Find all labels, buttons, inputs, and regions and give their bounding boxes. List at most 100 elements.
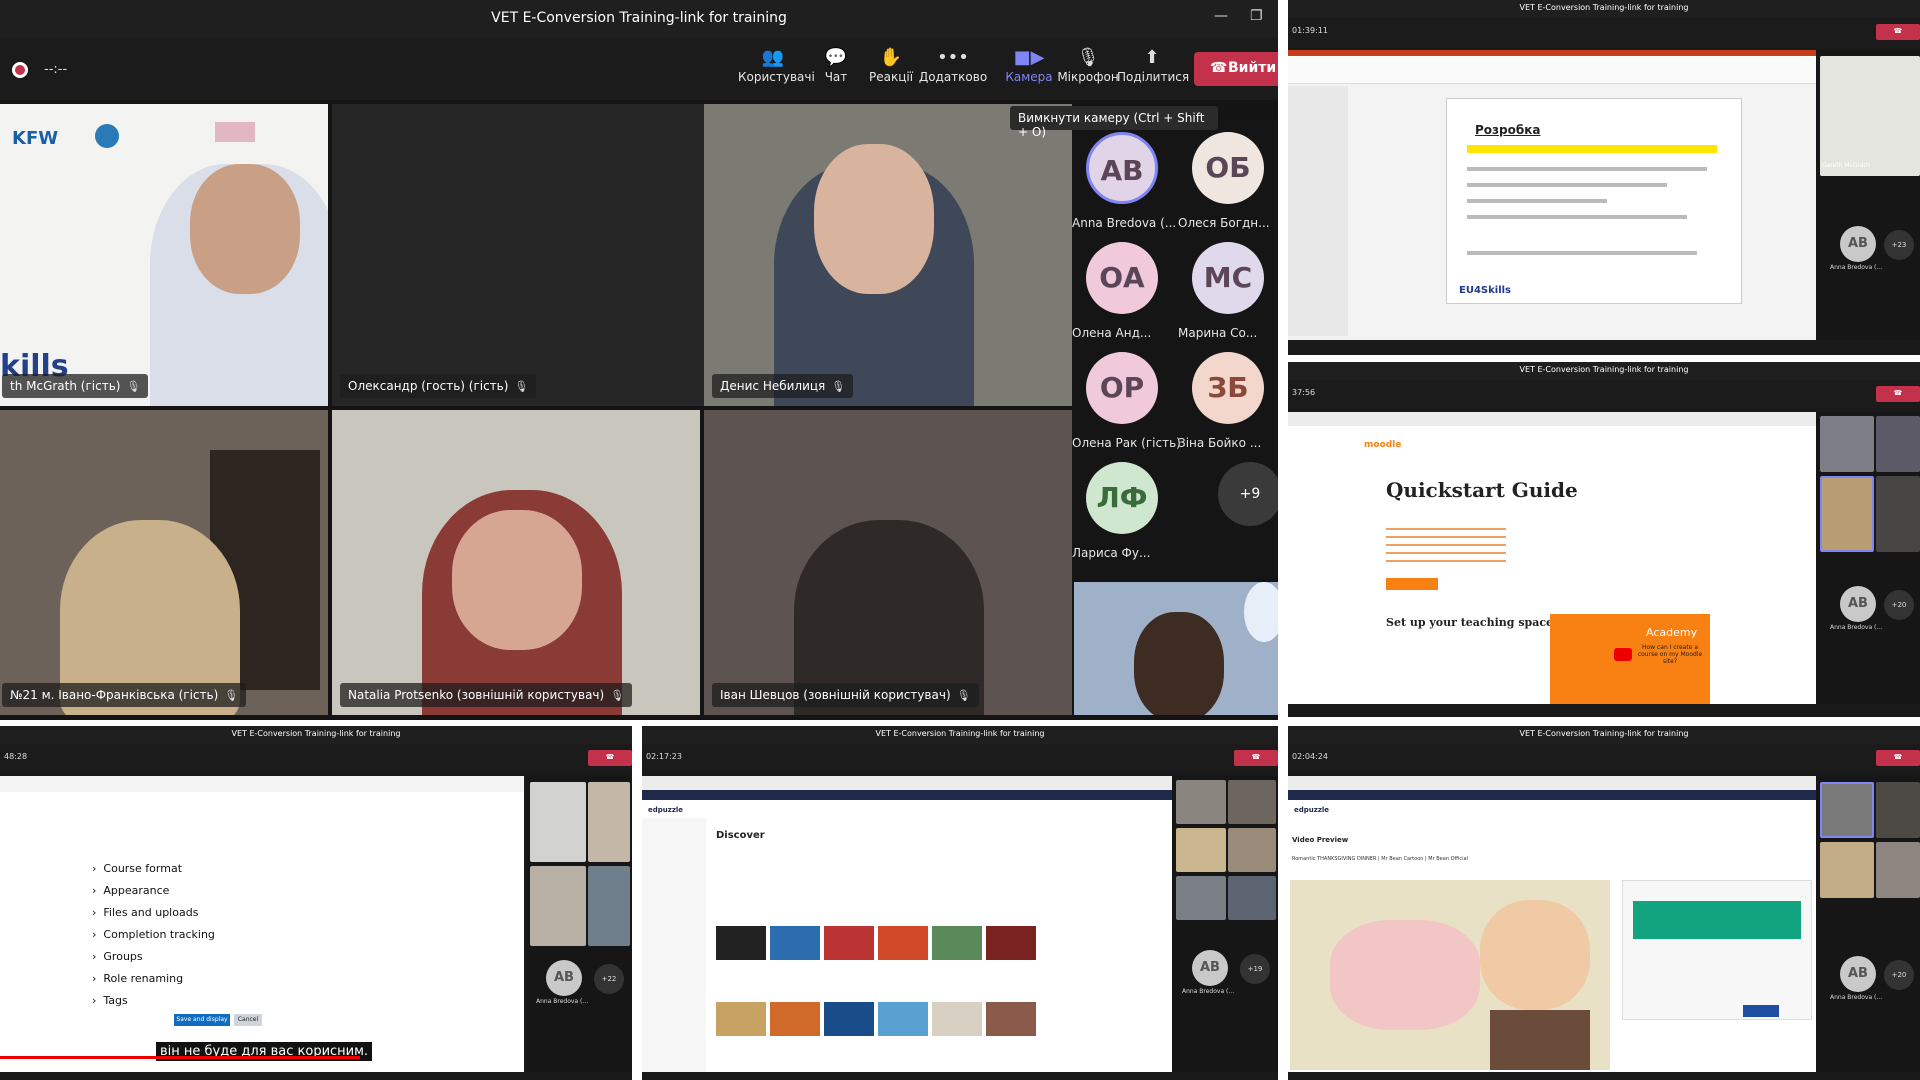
video-card[interactable] (986, 926, 1036, 960)
cartoon-body (1490, 1010, 1590, 1070)
more-participants-button[interactable]: +20 (1884, 590, 1914, 620)
more-participants-button[interactable]: +23 (1884, 230, 1914, 260)
mic-off-icon: 🎙 (126, 380, 141, 393)
avatar-name: Олена Рак (гість) (1072, 436, 1181, 450)
video-card[interactable] (986, 1002, 1036, 1036)
screenshot-panel-5: VET E-Conversion Training-link for train… (1288, 726, 1920, 1080)
video-thumb (1820, 842, 1874, 898)
settings-item[interactable]: › Completion tracking (92, 928, 215, 950)
settings-item[interactable]: › Appearance (92, 884, 215, 906)
share-button[interactable]: ⬆ Поділитися (1117, 46, 1189, 84)
reactions-button[interactable]: ✋ Реакції (856, 46, 926, 84)
video-thumb (1820, 416, 1874, 472)
video-card[interactable] (932, 926, 982, 960)
settings-item[interactable]: › Role renaming (92, 972, 215, 994)
avatar-name: Лариса Фу... (1072, 546, 1151, 560)
window-title: VET E-Conversion Training-link for train… (642, 726, 1278, 744)
participant-avatar[interactable]: ОБ Олеся Богдн... (1178, 132, 1278, 230)
leave-button[interactable]: ☎ (1234, 750, 1278, 766)
person-face (452, 510, 582, 650)
window-title: VET E-Conversion Training-link for train… (0, 726, 632, 744)
question-panel (1622, 880, 1812, 1020)
leave-button[interactable]: ☎ (1876, 750, 1920, 766)
video-progress[interactable] (0, 1056, 360, 1059)
video-card[interactable] (824, 1002, 874, 1036)
more-participants-button[interactable]: +20 (1884, 960, 1914, 990)
video-card[interactable] (878, 1002, 928, 1036)
video-thumb (1228, 828, 1276, 872)
cancel-button[interactable]: Cancel (234, 1014, 262, 1026)
participant-avatar[interactable]: ЗБ Зіна Бойко ... (1178, 352, 1278, 450)
continue-button[interactable] (1743, 1005, 1779, 1017)
recording-icon (12, 62, 28, 78)
avatar-name: Anna Bredova (... (1830, 264, 1883, 271)
participant-avatar[interactable]: ОА Олена Анд... (1072, 242, 1172, 340)
video-thumb (1820, 56, 1920, 176)
shared-screen: › Course format › Appearance › Files and… (0, 776, 524, 1072)
meeting-timer: --:-- (44, 62, 68, 77)
video-card[interactable] (878, 926, 928, 960)
chat-label: Чат (824, 70, 848, 84)
video-card[interactable] (716, 926, 766, 960)
mic-button[interactable]: 🎙 Мікрофон (1053, 46, 1123, 84)
video-thumb (588, 782, 630, 862)
leave-button[interactable]: ☎ Вийти (1194, 52, 1278, 86)
maximize-icon[interactable]: ❐ (1250, 8, 1263, 24)
avatar: AB (1840, 956, 1876, 992)
page-heading: Video Preview (1292, 836, 1349, 844)
video-embed[interactable]: Academy How can I create a course on my … (1550, 614, 1710, 704)
video-tile-3[interactable]: Денис Небилиця 🎙 (704, 104, 1072, 406)
more-participants-button[interactable]: +22 (594, 964, 624, 994)
video-card[interactable] (770, 926, 820, 960)
video-card[interactable] (932, 1002, 982, 1036)
video-tile-5[interactable]: Natalia Protsenko (зовнішній користувач)… (332, 410, 700, 715)
cta-button[interactable] (1386, 578, 1438, 590)
participant-name: №21 м. Івано-Франківська (гість) 🎙 (2, 683, 247, 707)
more-participants-button[interactable]: +9 (1218, 462, 1278, 526)
video-card[interactable] (716, 1002, 766, 1036)
settings-item[interactable]: › Tags (92, 994, 215, 1016)
people-button[interactable]: 👥 Користувачі (738, 46, 815, 84)
video-tile-6[interactable]: Іван Шевцов (зовнішній користувач) 🎙 (704, 410, 1072, 715)
people-icon: 👥 (761, 47, 785, 68)
participant-avatar[interactable]: ЛФ Лариса Фу... (1072, 462, 1172, 560)
avatar-name: Марина Со... (1178, 326, 1258, 340)
video-card[interactable] (770, 1002, 820, 1036)
settings-item[interactable]: › Course format (92, 862, 215, 884)
moodle-logo: moodle (1364, 440, 1402, 450)
participant-avatar[interactable]: МС Марина Со... (1178, 242, 1278, 340)
more-participants-button[interactable]: +19 (1240, 954, 1270, 984)
video-tile-1[interactable]: KFW kills th McGrath (гість) 🎙 (0, 104, 328, 406)
leave-button[interactable]: ☎ (1876, 24, 1920, 40)
settings-item[interactable]: › Groups (92, 950, 215, 972)
browser-bar (1288, 412, 1816, 426)
video-tile-2[interactable]: Олександр (гость) (гість) 🎙 (332, 104, 704, 406)
leave-button[interactable]: ☎ (1876, 386, 1920, 402)
save-button[interactable]: Save and display (174, 1014, 230, 1026)
video-thumb (1820, 782, 1874, 838)
slide: Розробка EU4Skills (1446, 98, 1742, 304)
participant-avatar[interactable]: ОР Олена Рак (гість) (1072, 352, 1181, 450)
participant-name: Денис Небилиця 🎙 (712, 374, 854, 398)
video-caption: How can I create a course on my Moodle s… (1637, 644, 1703, 665)
minimize-icon[interactable]: — (1214, 8, 1228, 24)
meeting-toolbar: 01:39:11 ☎ (1288, 18, 1920, 46)
video-card[interactable] (824, 926, 874, 960)
video-title: Romantic THANKSGIVING DINNER | Mr Bean C… (1292, 856, 1468, 862)
notice-banner (642, 790, 1172, 800)
video-tile-4[interactable]: №21 м. Івано-Франківська (гість) 🎙 (0, 410, 328, 715)
chevron-right-icon: › (92, 928, 97, 941)
avatar-name: Anna Bredova (... (1182, 988, 1235, 995)
video-player[interactable] (1290, 880, 1610, 1070)
window-title: VET E-Conversion Training-link for train… (491, 10, 787, 26)
more-button[interactable]: ••• Додатково (918, 46, 988, 84)
person-face (190, 164, 300, 294)
leave-button[interactable]: ☎ (588, 750, 632, 766)
avatar-name: Anna Bredova (... (1830, 624, 1883, 631)
window-title: VET E-Conversion Training-link for train… (1288, 0, 1920, 18)
self-view-tile[interactable] (1074, 582, 1278, 715)
settings-item[interactable]: › Files and uploads (92, 906, 215, 928)
participant-name: Natalia Protsenko (зовнішній користувач)… (340, 683, 633, 707)
meeting-timer: 02:17:23 (646, 752, 682, 761)
participant-avatar[interactable]: АВ Anna Bredova (... (1072, 132, 1176, 230)
